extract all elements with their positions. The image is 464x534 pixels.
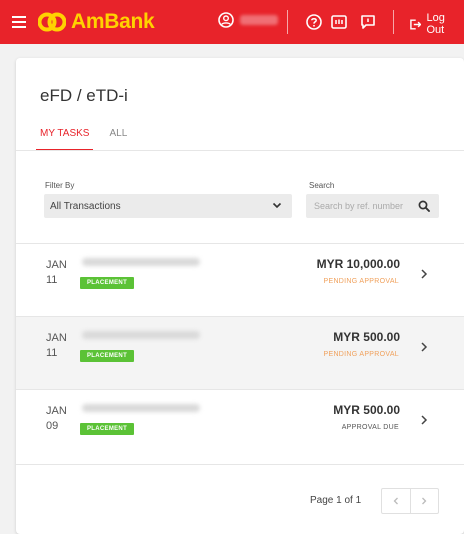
date-day: 11 bbox=[46, 347, 58, 359]
page-title: eFD / eTD-i bbox=[40, 86, 128, 105]
reference-redacted bbox=[82, 404, 200, 412]
date-day: 09 bbox=[46, 420, 59, 432]
search-label: Search bbox=[309, 181, 335, 190]
status-label: APPROVAL DUE bbox=[341, 424, 399, 431]
brand-name: AmBank bbox=[71, 10, 155, 33]
transaction-amount: MYR 10,000.00 bbox=[316, 257, 400, 271]
type-badge: PLACEMENT bbox=[80, 423, 135, 435]
transaction-amount: MYR 500.00 bbox=[333, 330, 400, 344]
chevron-left-icon bbox=[393, 497, 398, 505]
filter-value: All Transactions bbox=[50, 200, 121, 212]
help-icon[interactable] bbox=[305, 13, 323, 31]
tasks-card: eFD / eTD-i MY TASKS ALL Filter By All T… bbox=[16, 58, 464, 534]
transaction-row[interactable]: JAN 11 PLACEMENT MYR 500.00 PENDING APPR… bbox=[16, 317, 464, 389]
logout-label: Log Out bbox=[426, 12, 445, 36]
tab-bar: MY TASKS ALL bbox=[36, 128, 143, 151]
user-profile[interactable] bbox=[218, 12, 278, 28]
status-label: PENDING APPROVAL bbox=[323, 278, 399, 285]
transaction-date: JAN 09 bbox=[46, 404, 67, 434]
next-page-button[interactable] bbox=[411, 489, 439, 513]
date-month: JAN bbox=[46, 332, 67, 344]
date-month: JAN bbox=[46, 259, 67, 271]
filter-select[interactable]: All Transactions bbox=[44, 194, 292, 218]
search-input[interactable] bbox=[306, 194, 410, 218]
search-icon[interactable] bbox=[418, 200, 430, 212]
filter-label: Filter By bbox=[45, 181, 75, 190]
header-divider bbox=[393, 10, 394, 34]
transaction-amount: MYR 500.00 bbox=[333, 403, 400, 417]
user-icon bbox=[218, 12, 234, 28]
chevron-down-icon bbox=[272, 202, 282, 209]
tab-my-tasks[interactable]: MY TASKS bbox=[36, 128, 94, 151]
date-month: JAN bbox=[46, 405, 67, 417]
header-divider bbox=[287, 10, 288, 34]
chevron-right-icon[interactable] bbox=[420, 414, 428, 426]
prev-page-button[interactable] bbox=[382, 489, 411, 513]
type-badge: PLACEMENT bbox=[80, 277, 135, 289]
chevron-right-icon[interactable] bbox=[420, 341, 428, 353]
row-divider bbox=[16, 464, 464, 465]
pagination-controls bbox=[381, 488, 439, 514]
chevron-right-icon bbox=[422, 497, 427, 505]
chevron-right-icon[interactable] bbox=[420, 268, 428, 280]
status-label: PENDING APPROVAL bbox=[323, 351, 399, 358]
tab-all[interactable]: ALL bbox=[109, 128, 127, 151]
top-bar: AmBank Log Out bbox=[0, 0, 464, 44]
guide-icon[interactable] bbox=[330, 13, 348, 31]
ambank-logo[interactable]: AmBank bbox=[38, 9, 155, 35]
transaction-row[interactable]: JAN 11 PLACEMENT MYR 10,000.00 PENDING A… bbox=[16, 244, 464, 316]
reference-redacted bbox=[82, 258, 200, 266]
menu-icon[interactable] bbox=[12, 13, 28, 31]
logout-icon bbox=[410, 18, 422, 30]
ambank-logo-mark bbox=[38, 12, 66, 32]
transaction-date: JAN 11 bbox=[46, 331, 67, 361]
transaction-row[interactable]: JAN 09 PLACEMENT MYR 500.00 APPROVAL DUE bbox=[16, 390, 464, 462]
type-badge: PLACEMENT bbox=[80, 350, 135, 362]
date-day: 11 bbox=[46, 274, 58, 286]
page-indicator: Page 1 of 1 bbox=[310, 495, 362, 506]
reference-redacted bbox=[82, 331, 200, 339]
message-icon[interactable] bbox=[359, 13, 377, 31]
user-name-redacted bbox=[240, 15, 278, 25]
tab-divider bbox=[16, 150, 464, 151]
search-box bbox=[306, 194, 439, 218]
transaction-date: JAN 11 bbox=[46, 258, 67, 288]
logout-button[interactable]: Log Out bbox=[409, 12, 464, 36]
